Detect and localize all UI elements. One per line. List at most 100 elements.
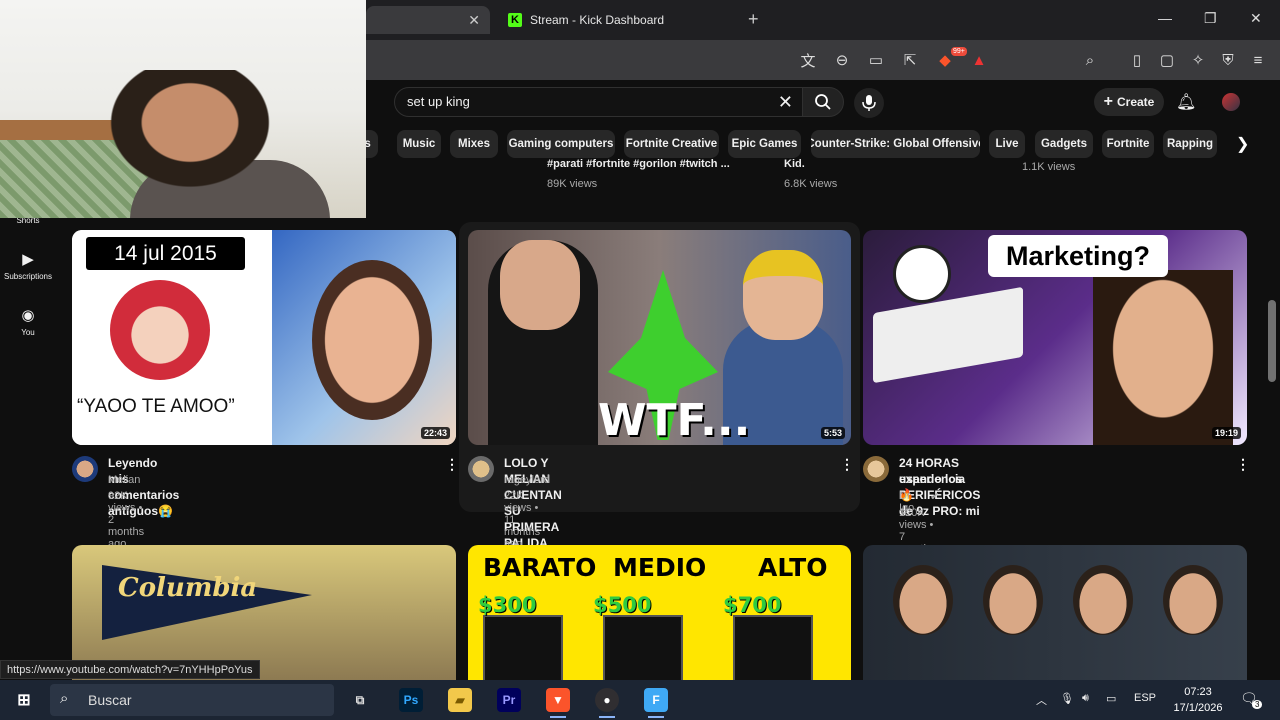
thumb-text: $500 [593, 593, 652, 617]
video-stats: 92K views • 2 months ago [108, 490, 145, 550]
chip[interactable]: Music [397, 130, 441, 158]
search-input[interactable] [407, 94, 767, 109]
clock-image [893, 245, 951, 303]
language-indicator[interactable]: ESP [1134, 692, 1156, 704]
video-duration: 5:53 [820, 427, 845, 439]
chip[interactable]: Live [989, 130, 1025, 158]
chip[interactable]: Fortnite [1102, 130, 1154, 158]
search-tabs-icon[interactable]: ⌕ [1081, 51, 1099, 69]
notifications-bell-icon[interactable]: 🔔︎ [1176, 92, 1196, 112]
video-duration: 22:43 [420, 427, 450, 439]
taskbar-clock[interactable]: 07:23 17/1/2026 [1168, 684, 1228, 716]
verified-icon: ✔︎ [930, 491, 940, 503]
filter-chips: es Music Mixes Gaming computers Fortnite… [356, 130, 1266, 158]
search-box[interactable]: ✕ [394, 87, 804, 117]
premiere-icon[interactable]: Pr [497, 688, 521, 712]
plus-icon: + [1103, 93, 1113, 110]
channel-avatar[interactable] [863, 456, 889, 482]
you-icon: ◉ [21, 307, 35, 324]
thumb-date: 14 jul 2015 [86, 237, 245, 270]
chip[interactable]: Rapping [1163, 130, 1217, 158]
channel-avatar[interactable] [72, 456, 98, 482]
menu-icon[interactable]: ≡ [1249, 51, 1267, 69]
search-button[interactable] [802, 87, 844, 117]
webcam-overlay [0, 0, 366, 218]
browser-tab-kick[interactable]: K Stream - Kick Dashboard [500, 6, 740, 34]
subscriptions-icon: ▶︎ [22, 251, 34, 268]
new-tab-button[interactable]: + [748, 9, 759, 30]
channel-name[interactable]: rageylord [504, 474, 550, 486]
file-explorer-icon[interactable]: ▰ [448, 688, 472, 712]
close-tab-icon[interactable]: ✕ [468, 12, 480, 29]
photoshop-icon[interactable]: Ps [399, 688, 423, 712]
taskbar-search-placeholder: Buscar [88, 692, 132, 708]
scrollbar-thumb[interactable] [1268, 300, 1276, 382]
notification-count: 3 [1252, 700, 1263, 709]
taskbar-search[interactable]: ⌕ Buscar [50, 684, 334, 716]
sidebar-item-you[interactable]: ◉ You [0, 306, 56, 337]
cast-icon[interactable]: ▭ [867, 51, 885, 69]
restore-icon[interactable]: ❐ [1204, 10, 1217, 27]
video-stats: 22K views • 11 months ago [504, 490, 541, 550]
video-thumbnail[interactable]: Marketing? 19:19 [863, 230, 1247, 445]
kick-logo-icon: K [508, 13, 522, 27]
video-thumbnail[interactable]: BARATO MEDIO ALTO $300 $500 $700 [468, 545, 851, 680]
chip[interactable]: Counter-Strike: Global Offensive [811, 130, 980, 158]
thumb-text: BARATO [483, 553, 597, 582]
search-icon: ⌕ [60, 690, 69, 707]
chip[interactable]: Mixes [450, 130, 498, 158]
translate-icon[interactable]: 文 [799, 51, 817, 70]
channel-avatar[interactable] [468, 456, 494, 482]
thumb-text: WTF... [598, 395, 751, 445]
thumb-text: $300 [478, 593, 537, 617]
brave-browser-icon[interactable]: ▼ [546, 688, 570, 718]
network-icon[interactable]: ▭ [1106, 692, 1116, 705]
brave-rewards-icon[interactable]: ▲ [970, 51, 988, 69]
clock-time: 07:23 [1184, 686, 1212, 698]
sidebar-item-label: You [21, 328, 35, 337]
app-f-icon[interactable]: F [644, 688, 668, 718]
thumb-text: Columbia [118, 573, 258, 603]
zoom-out-icon[interactable]: ⊖ [833, 51, 851, 69]
windows-start-icon[interactable]: ⊞ [12, 688, 36, 712]
thumb-quote: “YAOO TE AMOO” [77, 396, 235, 417]
search-icon [815, 94, 831, 110]
create-button[interactable]: + Create [1094, 88, 1164, 116]
prev-video-views: 6.8K views [784, 178, 838, 190]
leo-ai-icon[interactable]: ✧ [1189, 51, 1207, 69]
streamer-image [110, 70, 310, 218]
prev-video-title[interactable]: Kid. [784, 158, 805, 170]
wallet-icon[interactable]: ▢ [1158, 51, 1176, 69]
more-options-icon[interactable]: ⋮ [840, 456, 854, 473]
microphone-tray-icon[interactable]: 🎙︎ [1060, 692, 1074, 705]
volume-icon[interactable]: 🔊︎ [1082, 692, 1089, 705]
clear-search-icon[interactable]: ✕ [778, 92, 793, 113]
video-thumbnail[interactable]: 14 jul 2015 “YAOO TE AMOO” 22:43 [72, 230, 456, 445]
chip[interactable]: Fortnite Creative [624, 130, 719, 158]
video-thumbnail[interactable] [863, 545, 1247, 680]
minimize-icon[interactable]: — [1158, 10, 1172, 26]
tray-chevron-icon[interactable]: ︿ [1036, 692, 1047, 708]
chip[interactable]: Epic Games [728, 130, 801, 158]
close-window-icon[interactable]: ✕ [1250, 10, 1262, 27]
vpn-icon[interactable]: ⛨ [1219, 51, 1237, 69]
account-avatar[interactable] [1222, 93, 1240, 111]
prev-video-views: 89K views [547, 178, 598, 190]
more-options-icon[interactable]: ⋮ [1236, 456, 1250, 473]
prev-video-title[interactable]: #parati #fortnite #gorilon #twitch ... [547, 158, 730, 170]
channel-name[interactable]: Melian [108, 474, 140, 486]
video-thumbnail[interactable]: WTF... 5:53 [468, 230, 851, 445]
task-view-icon[interactable]: ⧉ [348, 688, 372, 712]
chip[interactable]: Gadgets [1035, 130, 1093, 158]
chevron-right-icon[interactable]: ❯ [1236, 134, 1249, 154]
browser-tab-active[interactable]: ✕ [366, 6, 490, 34]
sidebar-toggle-icon[interactable]: ▯ [1128, 51, 1146, 69]
chip[interactable]: Gaming computers [507, 130, 615, 158]
more-options-icon[interactable]: ⋮ [445, 456, 459, 473]
obs-icon[interactable]: ● [595, 688, 619, 718]
sidebar-item-subscriptions[interactable]: ▶︎ Subscriptions [0, 250, 56, 281]
thumb-text: ALTO [758, 553, 828, 582]
voice-search-button[interactable] [854, 88, 884, 118]
share-icon[interactable]: ⇱ [901, 51, 919, 69]
create-label: Create [1116, 95, 1155, 109]
